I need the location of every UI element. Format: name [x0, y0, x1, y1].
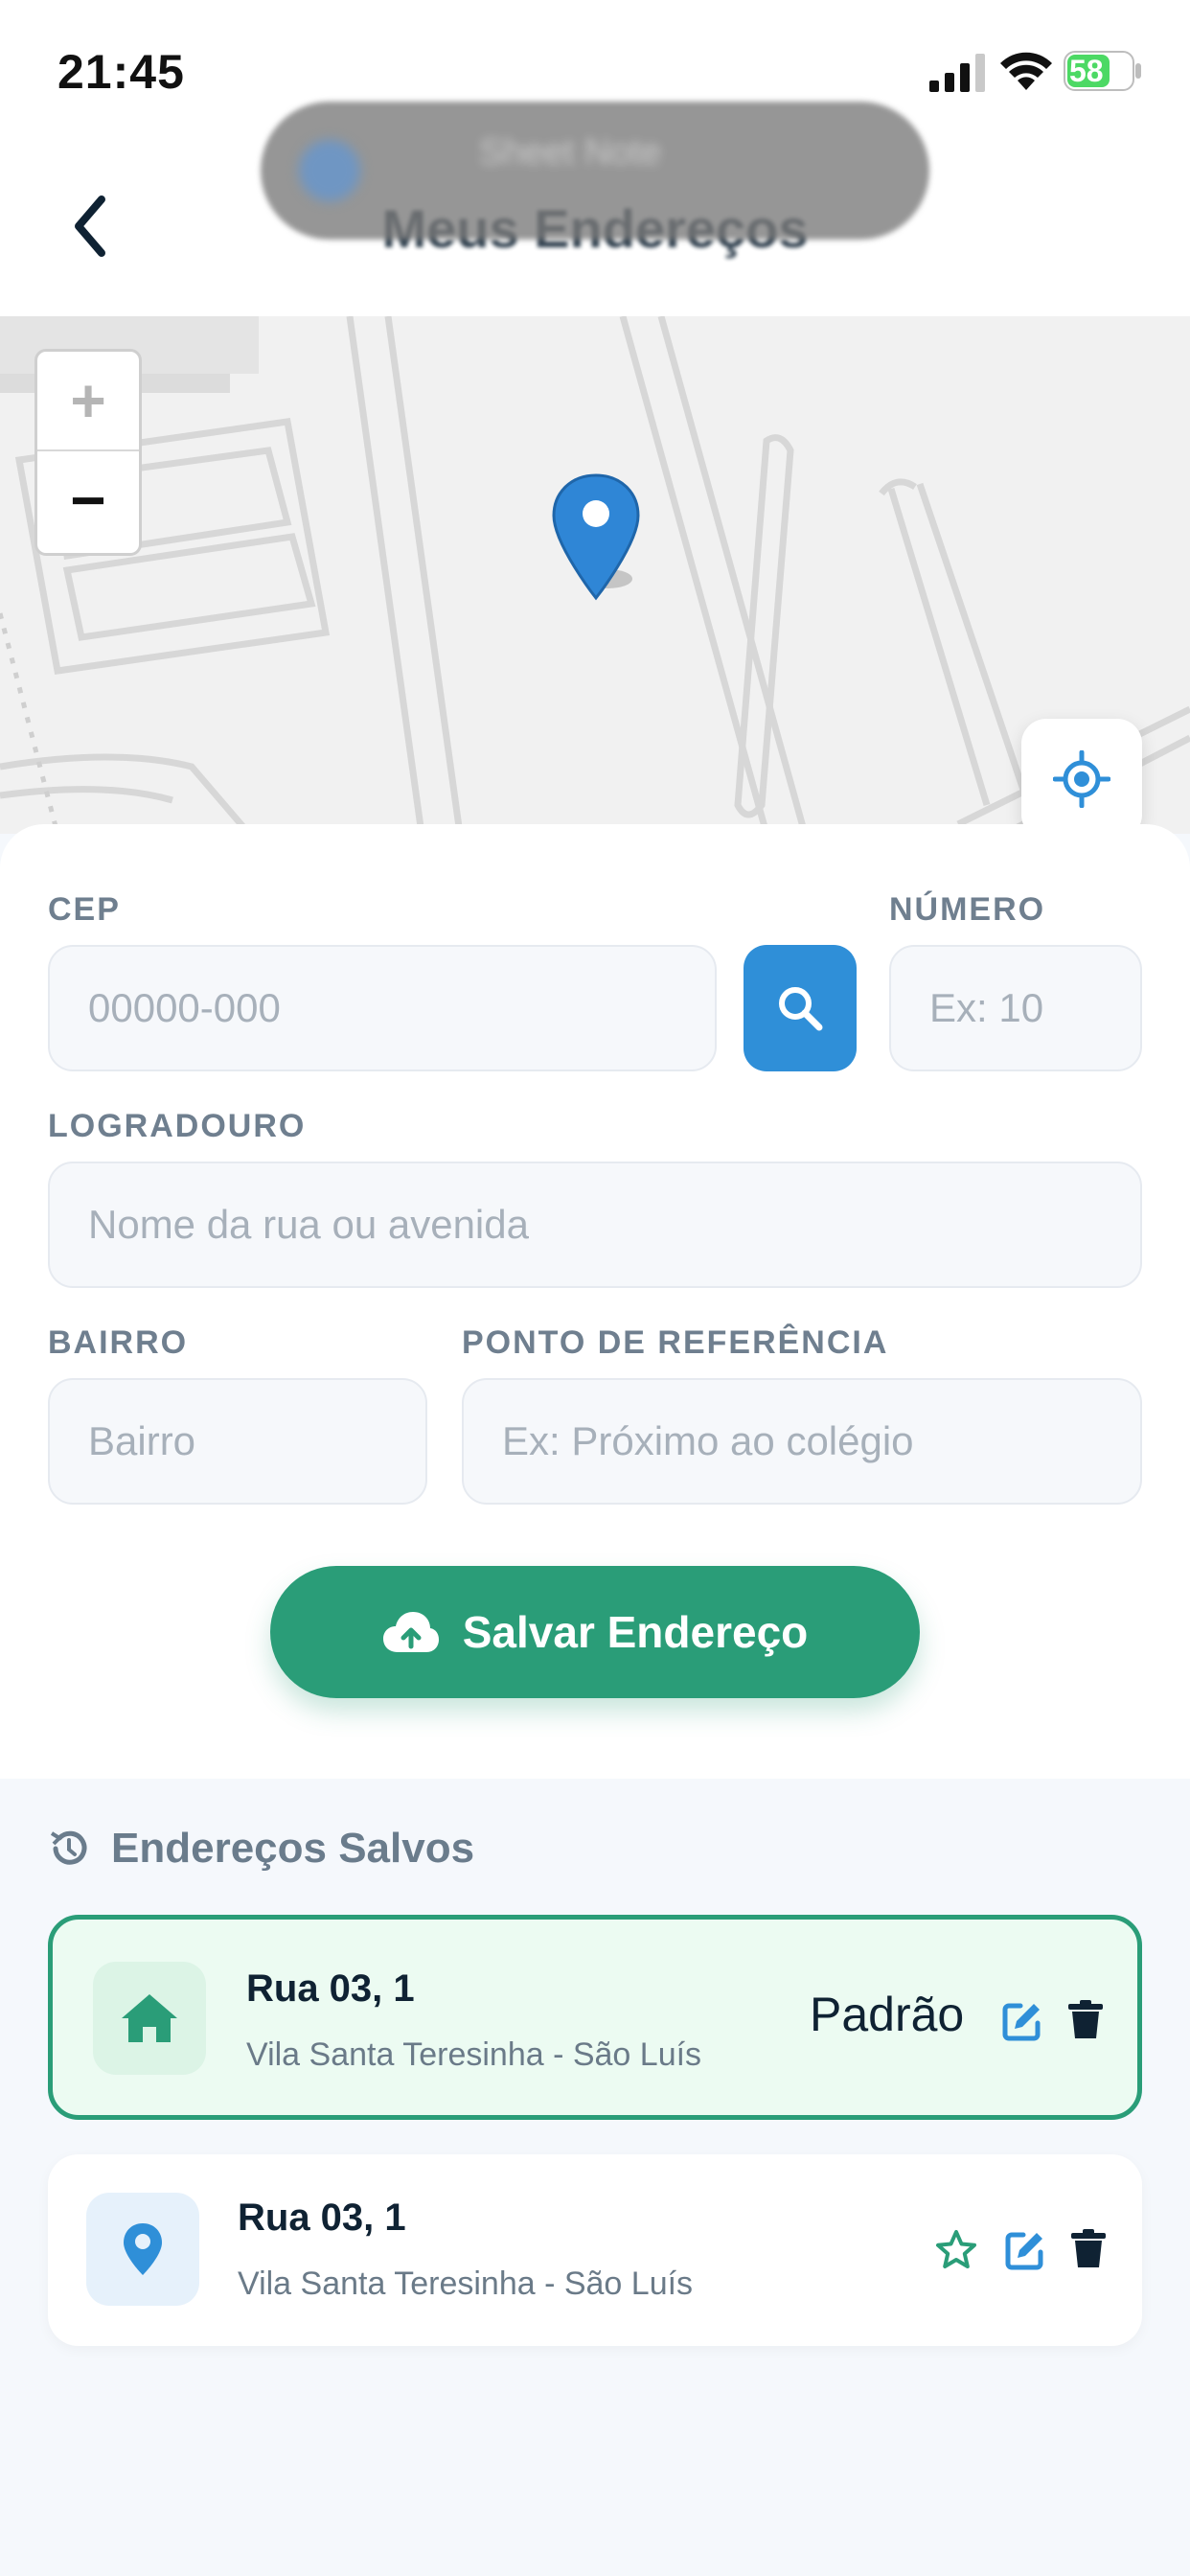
search-icon: [779, 987, 823, 1031]
overlay-avatar-icon: [299, 140, 360, 201]
cellular-signal-icon: [929, 54, 985, 92]
search-cep-button[interactable]: [744, 945, 857, 1071]
address-area: Vila Santa Teresinha - São Luís: [246, 2036, 702, 2073]
overlay-text: Sheet Note: [479, 132, 662, 172]
trash-icon[interactable]: [1067, 2227, 1110, 2269]
cep-label: CEP: [48, 891, 121, 928]
logradouro-input[interactable]: Nome da rua ou avenida: [48, 1162, 1142, 1288]
numero-input[interactable]: Ex: 10: [889, 945, 1142, 1071]
zoom-out-button[interactable]: −: [37, 451, 139, 549]
zoom-in-button[interactable]: +: [37, 352, 139, 451]
crosshair-icon: [1053, 750, 1110, 808]
save-address-label: Salvar Endereço: [462, 1607, 809, 1657]
referencia-input[interactable]: Ex: Próximo ao colégio: [462, 1378, 1142, 1505]
home-icon: [122, 1994, 177, 2042]
edit-icon[interactable]: [1001, 2000, 1043, 2042]
battery-icon: 58: [1064, 50, 1142, 92]
locate-me-button[interactable]: [1021, 719, 1142, 840]
numero-label: NÚMERO: [889, 891, 1046, 928]
cep-input[interactable]: 00000-000: [48, 945, 717, 1071]
edit-icon[interactable]: [1004, 2229, 1046, 2271]
map-pin-icon[interactable]: [548, 472, 644, 606]
saved-address-card[interactable]: Rua 03, 1 Vila Santa Teresinha - São Luí…: [48, 2154, 1142, 2346]
logradouro-label: LOGRADOURO: [48, 1108, 307, 1144]
bairro-label: BAIRRO: [48, 1324, 189, 1361]
default-badge: Padrão: [810, 1988, 965, 2041]
address-area: Vila Santa Teresinha - São Luís: [238, 2266, 694, 2302]
wifi-icon: [1000, 52, 1052, 90]
battery-level: 58: [1069, 54, 1104, 88]
star-icon[interactable]: [935, 2229, 977, 2271]
save-address-button[interactable]: Salvar Endereço: [270, 1566, 920, 1698]
address-icon-box: [93, 1962, 206, 2075]
cloud-upload-icon: [382, 1612, 439, 1652]
saved-address-card[interactable]: Rua 03, 1 Vila Santa Teresinha - São Luí…: [48, 1915, 1142, 2120]
map-pin-icon: [124, 2223, 162, 2275]
status-time: 21:45: [57, 45, 185, 99]
saved-addresses-header: Endereços Salvos: [48, 1825, 474, 1873]
address-icon-box: [86, 2193, 199, 2306]
address-street: Rua 03, 1: [246, 1967, 415, 2010]
address-street: Rua 03, 1: [238, 2196, 406, 2239]
referencia-label: PONTO DE REFERÊNCIA: [462, 1324, 889, 1361]
bairro-input[interactable]: Bairro: [48, 1378, 427, 1505]
trash-icon[interactable]: [1064, 1998, 1107, 2040]
history-icon: [50, 1830, 87, 1865]
zoom-control: + −: [34, 349, 142, 556]
saved-addresses-title: Endereços Salvos: [111, 1825, 475, 1872]
